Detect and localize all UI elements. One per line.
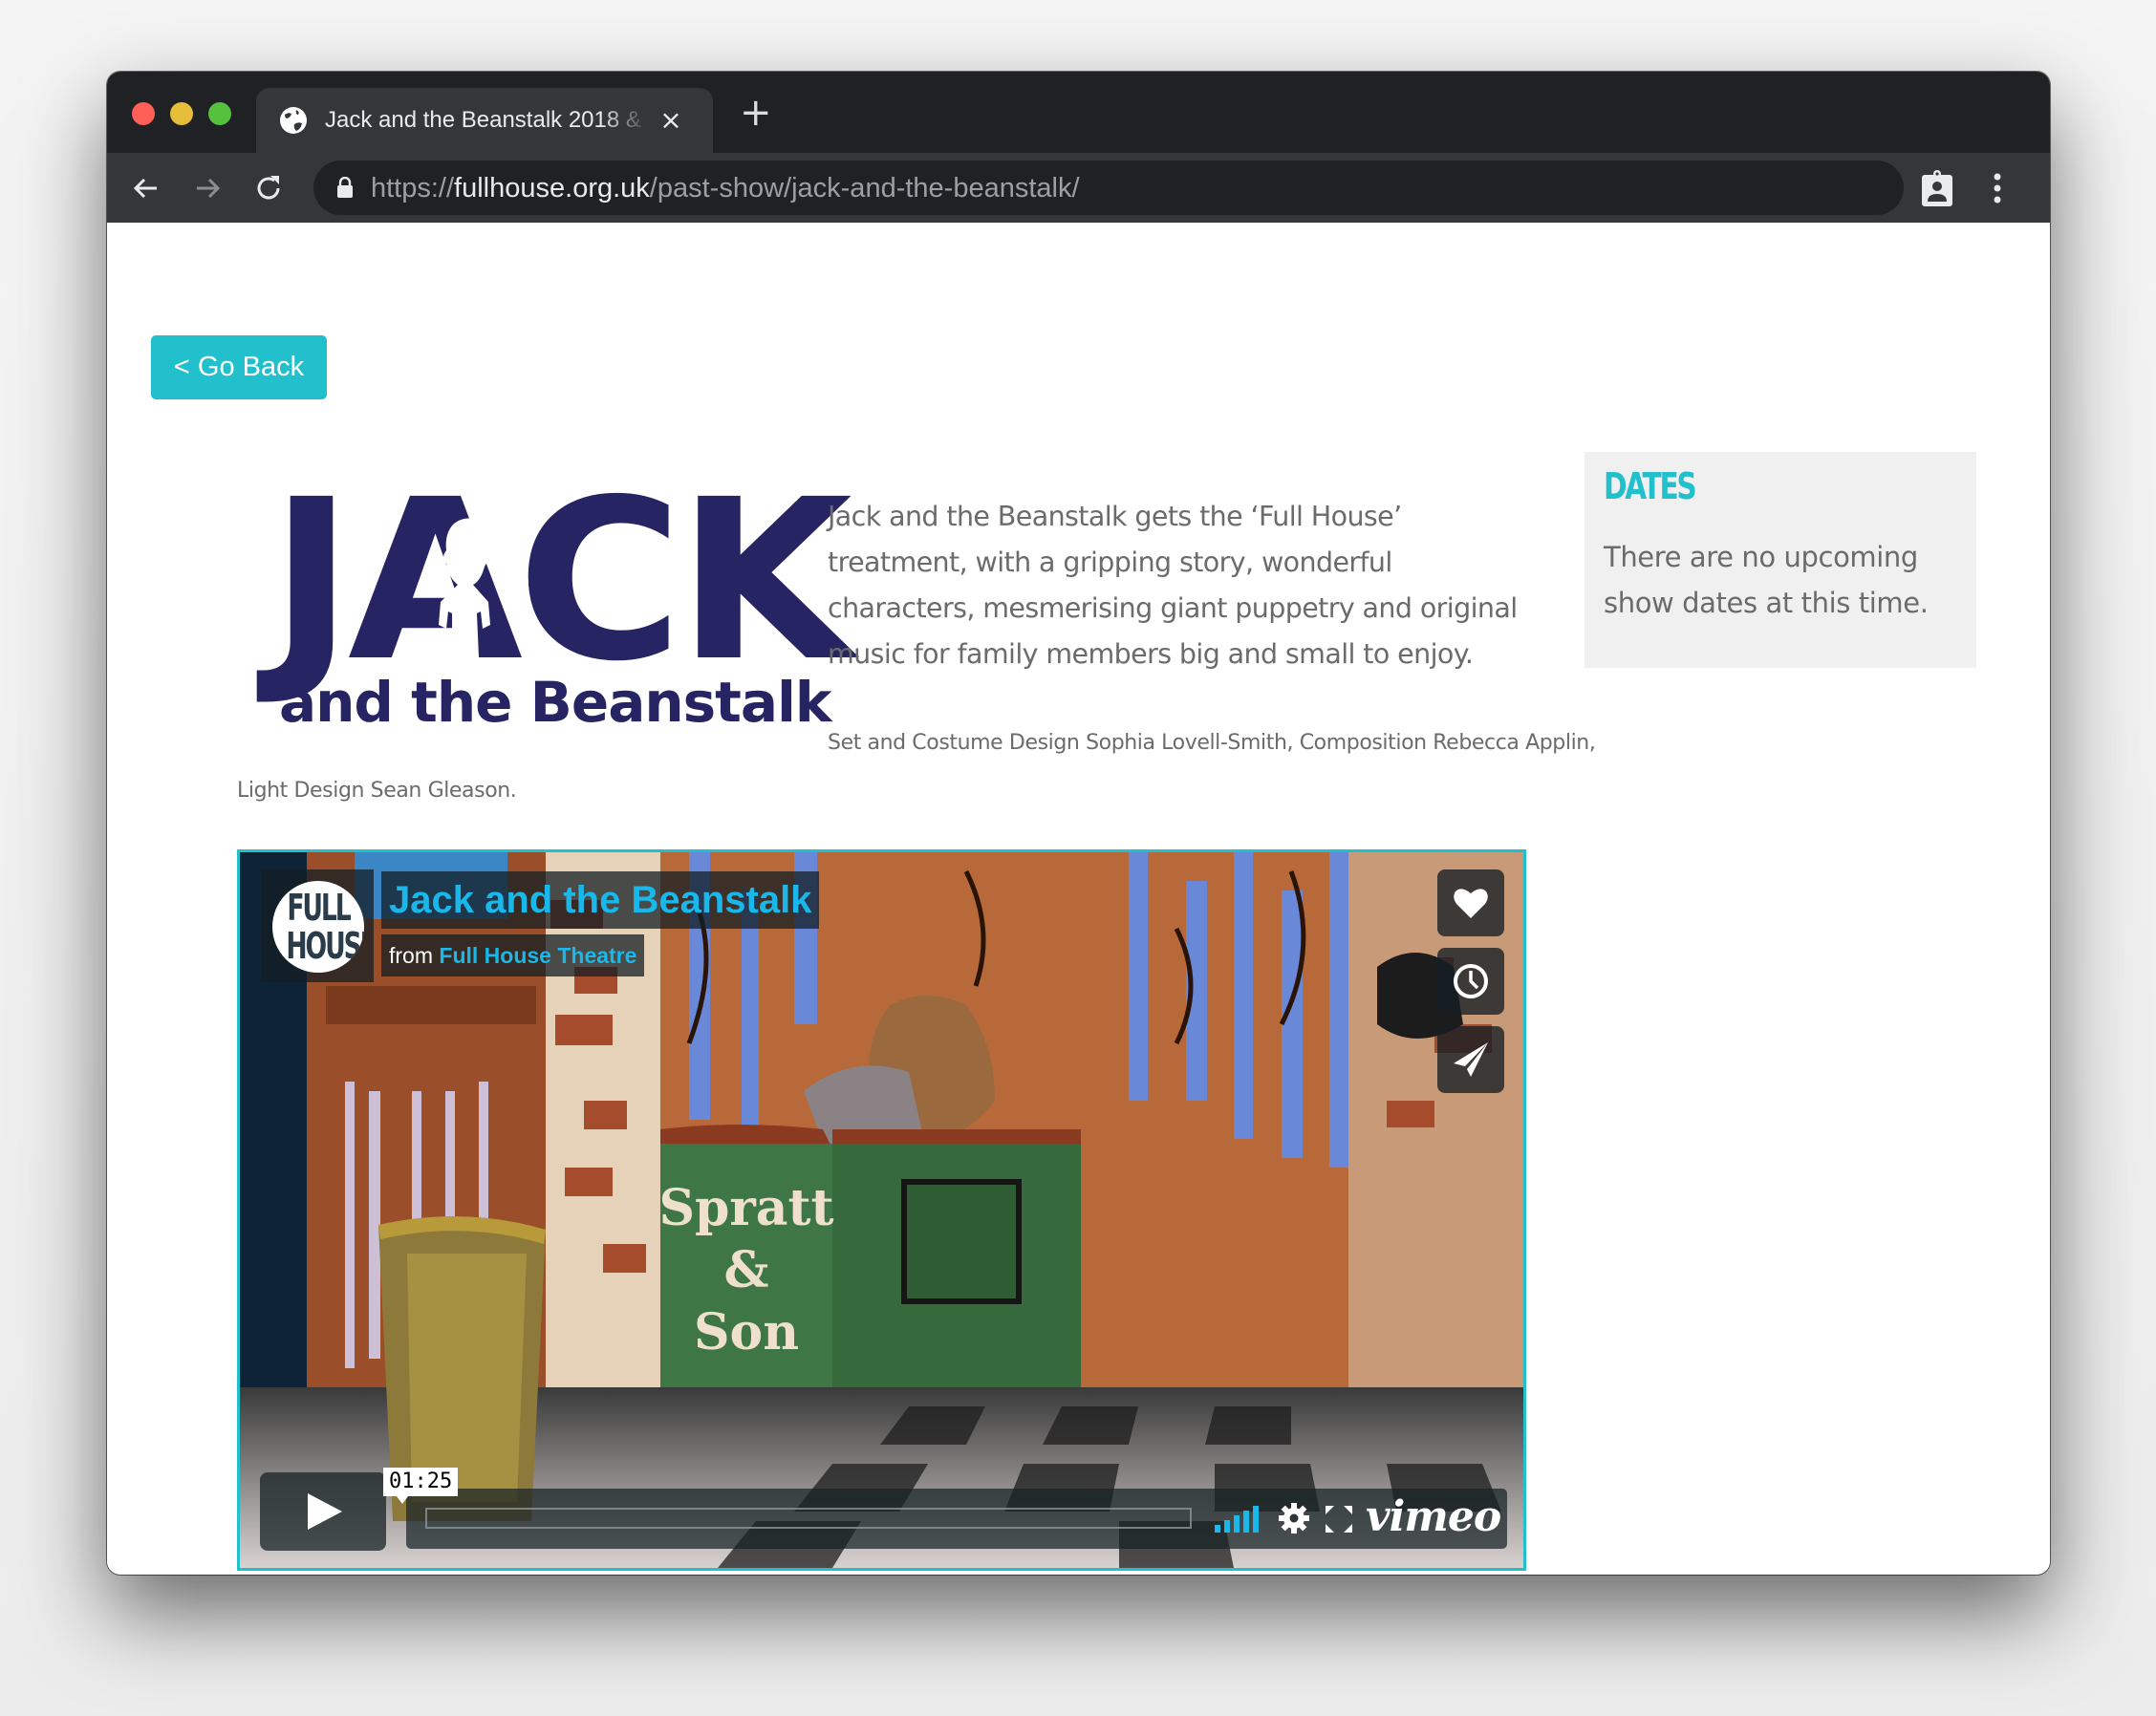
- minimize-window-button[interactable]: [170, 102, 193, 125]
- show-description: Jack and the Beanstalk gets the ‘Full Ho…: [828, 501, 1518, 670]
- forward-arrow-icon[interactable]: [189, 170, 226, 206]
- go-back-button[interactable]: < Go Back: [151, 335, 327, 399]
- browser-toolbar: https://fullhouse.org.uk/past-show/jack-…: [107, 153, 2050, 223]
- dates-message: There are no upcoming show dates at this…: [1604, 541, 1929, 619]
- close-window-button[interactable]: [132, 102, 155, 125]
- vimeo-video-player[interactable]: Spratt & Son FULL HOUSE Jack and the Bea…: [237, 849, 1526, 1571]
- dates-card: DATES There are no upcoming show dates a…: [1585, 452, 1976, 668]
- video-title-link[interactable]: Jack and the Beanstalk: [381, 871, 820, 929]
- share-button[interactable]: [1437, 1026, 1504, 1093]
- scene-sign-line-1: Spratt: [658, 1179, 833, 1237]
- maximize-window-button[interactable]: [208, 102, 231, 125]
- channel-logo: FULL HOUSE: [272, 881, 364, 973]
- scene-sign-line-3: Son: [694, 1303, 799, 1362]
- progress-bar[interactable]: [425, 1508, 1192, 1529]
- fullscreen-icon[interactable]: [1326, 1506, 1352, 1533]
- vimeo-logo[interactable]: vimeo: [1366, 1492, 1501, 1542]
- lock-icon: [337, 177, 353, 198]
- time-tooltip: 01:25: [383, 1468, 459, 1504]
- back-arrow-icon[interactable]: [128, 170, 164, 206]
- profile-badge-icon[interactable]: [1921, 169, 1953, 207]
- show-credits: Set and Costume Design Sophia Lovell-Smi…: [237, 731, 1596, 803]
- show-logo: JACK and the Beanstalk: [270, 470, 852, 734]
- watch-later-button[interactable]: [1437, 948, 1504, 1015]
- like-button[interactable]: [1437, 869, 1504, 936]
- dates-heading: DATES: [1604, 465, 1697, 507]
- volume-icon[interactable]: [1215, 1506, 1262, 1533]
- address-bar[interactable]: https://fullhouse.org.uk/past-show/jack-…: [313, 161, 1904, 215]
- tab-strip: Jack and the Beanstalk 2018 & Full House…: [107, 72, 2050, 153]
- kebab-menu-icon[interactable]: [1992, 170, 2003, 206]
- player-controls: vimeo: [406, 1489, 1507, 1549]
- heart-icon: [1454, 889, 1488, 918]
- tab-active[interactable]: Jack and the Beanstalk 2018 & Full House…: [256, 88, 713, 153]
- new-tab-button[interactable]: +: [740, 94, 772, 132]
- globe-icon: [280, 107, 307, 134]
- clock-icon: [1454, 964, 1488, 998]
- settings-gear-icon[interactable]: [1278, 1502, 1310, 1534]
- browser-window: Jack and the Beanstalk 2018 & Full House…: [107, 72, 2050, 1575]
- video-byline: from Full House Theatre: [381, 934, 645, 976]
- channel-avatar[interactable]: FULL HOUSE: [261, 869, 374, 982]
- url-text: https://fullhouse.org.uk/past-show/jack-…: [371, 173, 1080, 204]
- reload-icon[interactable]: [250, 170, 287, 206]
- play-icon: [308, 1493, 342, 1530]
- paper-plane-icon: [1454, 1042, 1488, 1077]
- scene-sign-line-2: &: [724, 1241, 769, 1299]
- play-button[interactable]: [260, 1472, 386, 1551]
- tab-title: Jack and the Beanstalk 2018 & Full House…: [325, 107, 650, 133]
- close-tab-icon[interactable]: ×: [658, 107, 684, 134]
- video-owner-link[interactable]: Full House Theatre: [439, 943, 636, 968]
- logo-title: JACK: [270, 452, 852, 710]
- page-content: < Go Back JACK and the Beanstalk Jack an…: [107, 223, 2050, 1575]
